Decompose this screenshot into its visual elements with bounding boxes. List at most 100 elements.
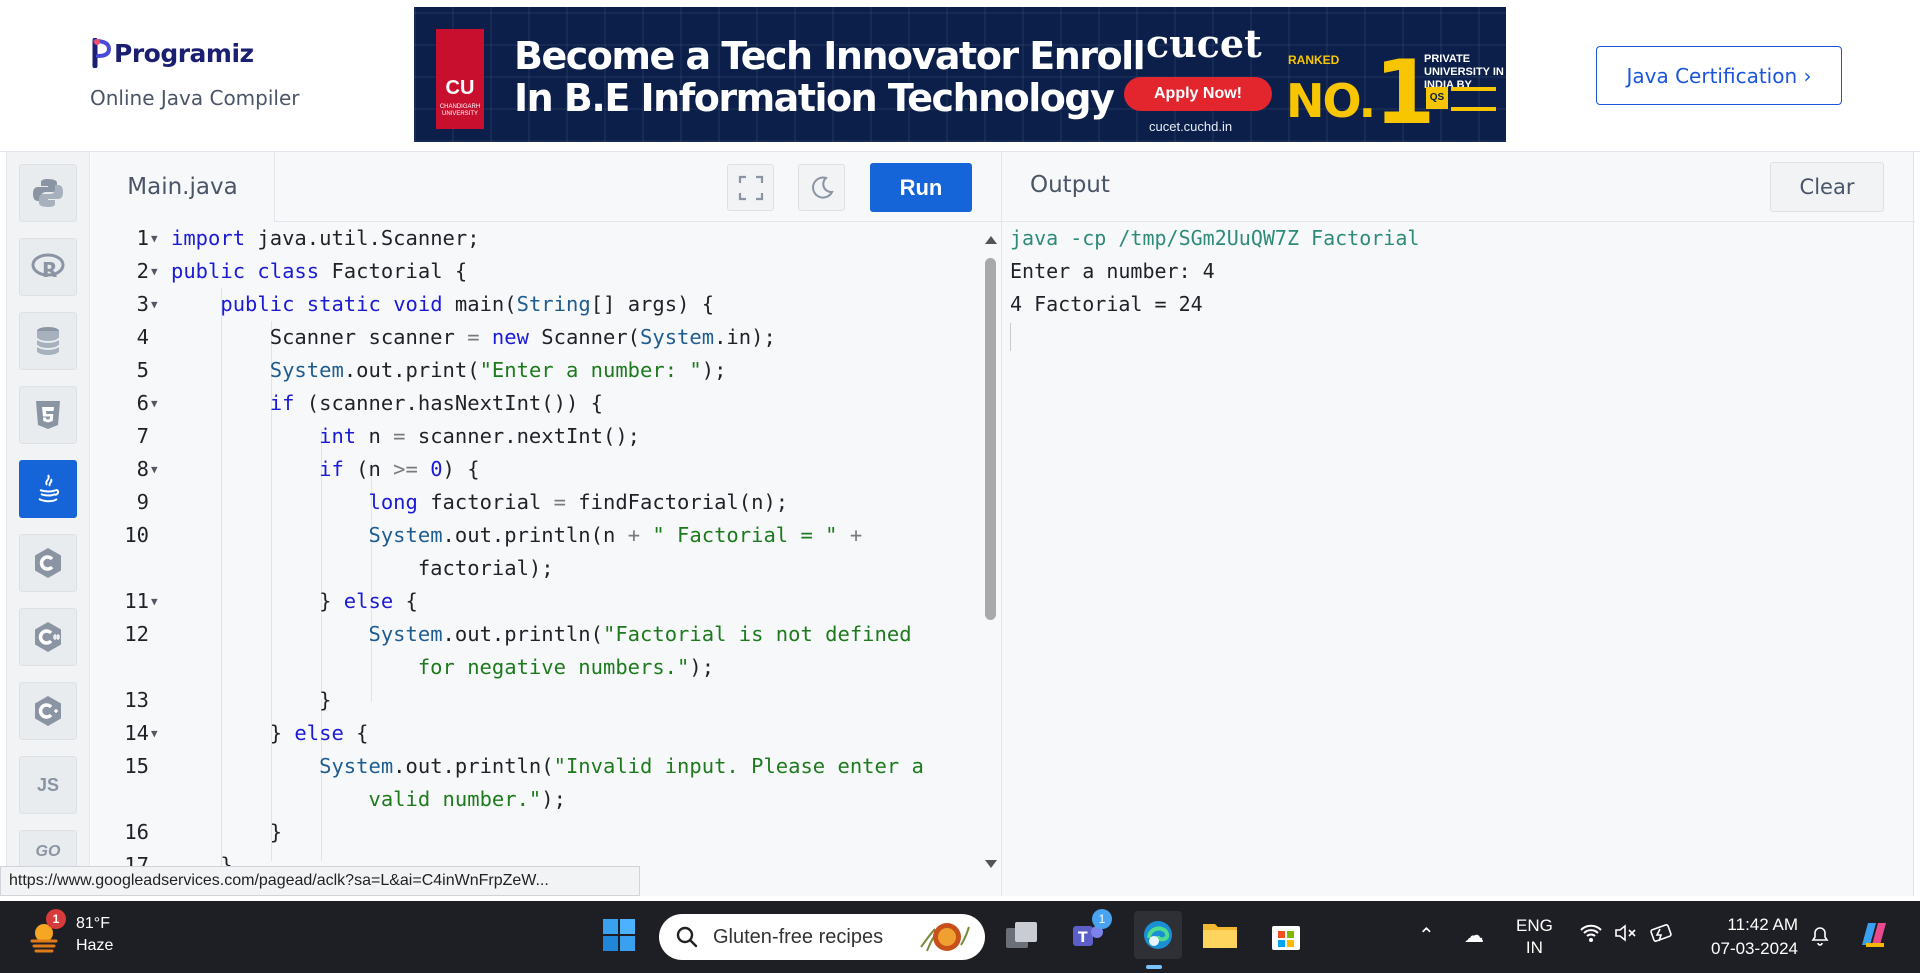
- dark-mode-toggle[interactable]: [798, 164, 845, 211]
- folder-icon: [1203, 924, 1237, 948]
- ad-apply-button[interactable]: Apply Now!: [1124, 77, 1272, 111]
- sidebar-item-c[interactable]: [19, 534, 77, 592]
- html5-icon: [36, 401, 60, 429]
- show-hidden-icons-chevron-up-icon[interactable]: ⌃: [1418, 923, 1435, 948]
- ad-university-badge: CU CHANDIGARH UNIVERSITY: [436, 29, 484, 129]
- svg-text:R: R: [42, 258, 57, 282]
- system-clock[interactable]: 11:42 AM 07-03-2024: [1698, 913, 1798, 961]
- copilot-icon[interactable]: [1856, 917, 1892, 959]
- search-icon: [676, 926, 698, 948]
- active-app-indicator: [1146, 965, 1162, 969]
- weather-notification-badge: 1: [46, 909, 66, 929]
- temperature: 81°F: [76, 915, 110, 932]
- ad-headline-line1: Become a Tech Innovator Enroll: [514, 34, 1146, 78]
- r-icon: R: [31, 253, 65, 282]
- battery-charging-icon[interactable]: [1650, 923, 1674, 951]
- sidebar-item-r[interactable]: R: [19, 238, 77, 296]
- onedrive-cloud-icon[interactable]: ☁: [1464, 923, 1484, 948]
- output-line: Enter a number: 4: [1010, 259, 1215, 283]
- ad-rank: NO.1: [1286, 35, 1435, 142]
- scroll-down-icon[interactable]: [985, 860, 997, 868]
- file-tab-main-java[interactable]: Main.java: [91, 152, 275, 222]
- python-icon: [33, 179, 63, 207]
- sidebar-item-cpp[interactable]: [19, 682, 77, 740]
- teams-button[interactable]: T 1: [1068, 909, 1112, 955]
- ad-qs-label: QS: [1426, 87, 1448, 109]
- output-toolbar: Output Clear: [1002, 152, 1915, 222]
- weather-widget[interactable]: 1 81°F Haze: [26, 909, 113, 957]
- c-icon: [35, 548, 61, 578]
- editor-toolbar: Main.java Run: [91, 152, 1001, 222]
- task-view-icon: [1006, 922, 1037, 948]
- microsoft-store-button[interactable]: [1266, 915, 1306, 955]
- browser-page: Programiz Online Java Compiler CU CHANDI…: [0, 0, 1920, 973]
- ad-badge-text: CU: [445, 77, 475, 99]
- input-language[interactable]: ENG IN: [1516, 915, 1553, 959]
- cpp-icon: [35, 696, 61, 726]
- sidebar-item-go[interactable]: GO: [19, 830, 77, 870]
- ad-url: cucet.cuchd.in: [1149, 119, 1233, 134]
- output-panel: Output Clear java -cp /tmp/SGm2UuQW7Z Fa…: [1001, 152, 1915, 896]
- text-cursor: [1010, 323, 1011, 351]
- programiz-logo[interactable]: Programiz: [92, 38, 254, 68]
- file-explorer-button[interactable]: [1200, 915, 1240, 955]
- volume-muted-icon[interactable]: [1614, 923, 1638, 949]
- sidebar-item-sql[interactable]: [19, 312, 77, 370]
- teams-badge: 1: [1092, 909, 1112, 929]
- clock-time: 11:42 AM: [1727, 915, 1798, 934]
- language-sidebar: R JS GO: [6, 152, 90, 896]
- sidebar-item-csharp[interactable]: [19, 608, 77, 666]
- start-button[interactable]: [599, 915, 639, 955]
- sidebar-item-html[interactable]: [19, 386, 77, 444]
- sidebar-item-python[interactable]: [19, 164, 77, 222]
- ad-badge-subtext: CHANDIGARH UNIVERSITY: [439, 104, 481, 117]
- moon-icon: [811, 176, 834, 199]
- windows-start-icon: [603, 919, 635, 951]
- notification-bell-icon[interactable]: [1808, 923, 1832, 953]
- fullscreen-button[interactable]: [727, 164, 774, 211]
- edge-browser-icon: [1144, 921, 1172, 949]
- sidebar-item-java[interactable]: [19, 460, 77, 518]
- region-code: IN: [1525, 938, 1543, 957]
- clear-button[interactable]: Clear: [1770, 162, 1884, 212]
- edge-button[interactable]: [1134, 911, 1182, 959]
- store-icon: [1272, 926, 1300, 950]
- page-subtitle: Online Java Compiler: [90, 86, 300, 110]
- go-label: GO: [35, 843, 61, 860]
- ad-banner[interactable]: CU CHANDIGARH UNIVERSITY Become a Tech I…: [414, 7, 1506, 142]
- ad-headline-line2: In B.E Information Technology: [514, 76, 1115, 120]
- task-view-button[interactable]: [1002, 915, 1042, 955]
- clock-date: 07-03-2024: [1711, 939, 1798, 958]
- ad-qs-lines: [1451, 87, 1496, 111]
- code-area[interactable]: 1 ▼ import java.util.Scanner; 2 ▼ public cla…: [91, 222, 981, 896]
- output-console[interactable]: java -cp /tmp/SGm2UuQW7Z Factorial Enter…: [1010, 222, 1419, 351]
- scroll-up-icon[interactable]: [985, 236, 997, 244]
- haze-weather-icon: 1: [26, 909, 66, 953]
- database-icon: [36, 327, 60, 355]
- output-title: Output: [1030, 172, 1110, 198]
- weather-condition: Haze: [76, 937, 114, 954]
- java-certification-button[interactable]: Java Certification ›: [1596, 46, 1842, 105]
- recipe-food-icon: [920, 923, 971, 952]
- language-code: ENG: [1516, 916, 1553, 935]
- wifi-icon[interactable]: [1580, 923, 1602, 949]
- ad-headline: Become a Tech Innovator Enroll In B.E In…: [514, 34, 1146, 120]
- taskbar-search[interactable]: Gluten-free recipes: [659, 914, 985, 960]
- scrollbar-thumb[interactable]: [985, 258, 996, 620]
- programiz-logo-icon: [92, 38, 112, 68]
- csharp-icon: [35, 622, 61, 652]
- js-label: JS: [36, 774, 60, 795]
- sidebar-item-js[interactable]: JS: [19, 756, 77, 814]
- logo-text: Programiz: [114, 38, 254, 68]
- editor-scrollbar[interactable]: [981, 222, 1001, 896]
- fullscreen-icon: [738, 175, 763, 200]
- run-button[interactable]: Run: [870, 163, 972, 212]
- ad-rank-no: NO.: [1286, 74, 1376, 128]
- ad-brand: cucet: [1146, 21, 1262, 66]
- search-query: Gluten-free recipes: [713, 925, 884, 948]
- status-bar-url: https://www.googleadservices.com/pagead/…: [0, 866, 640, 896]
- windows-taskbar: 1 81°F Haze Gluten-free recipes T 1 ⌃ ☁ …: [0, 901, 1920, 973]
- weather-text: 81°F Haze: [76, 913, 113, 957]
- output-command-line: java -cp /tmp/SGm2UuQW7Z Factorial: [1010, 226, 1420, 250]
- site-header: Programiz Online Java Compiler CU CHANDI…: [0, 0, 1920, 152]
